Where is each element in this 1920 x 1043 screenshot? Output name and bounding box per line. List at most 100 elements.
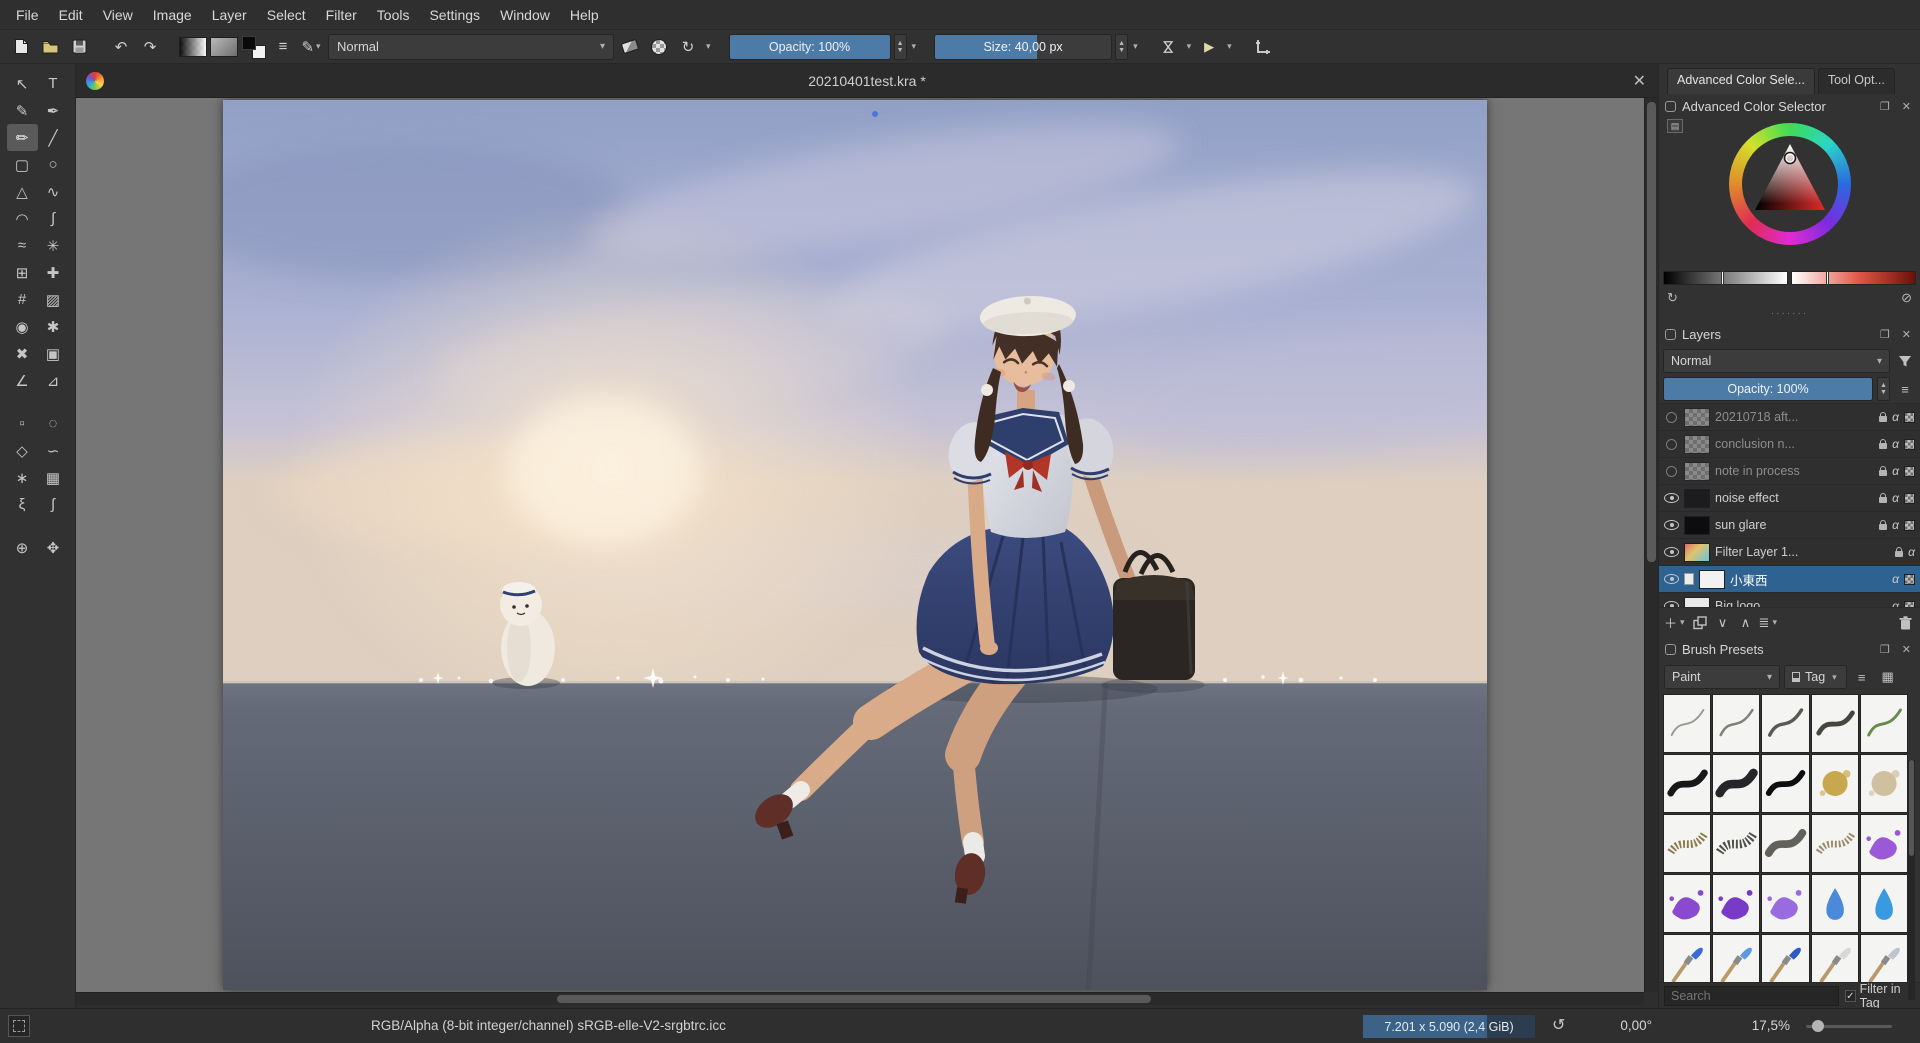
tool-bezier-curve[interactable]: ◠ [7,205,38,232]
layer-filter-button[interactable] [1894,350,1916,372]
tool-zoom[interactable]: ⊕ [7,534,38,561]
brush-preset-splat[interactable] [1860,814,1908,873]
tool-assistants[interactable]: ∠ [7,367,38,394]
menu-file[interactable]: File [6,2,49,28]
eraser-mode-button[interactable] [617,34,643,60]
menu-settings[interactable]: Settings [419,2,490,28]
tag-button[interactable]: Tag ▾ [1784,665,1847,689]
alpha-lock-icon[interactable] [1904,574,1915,585]
menu-help[interactable]: Help [560,2,609,28]
float-docker-icon[interactable]: ❐ [1877,643,1893,656]
chevron-down-icon[interactable]: ▾ [1185,41,1194,52]
brush-preset-drop[interactable] [1860,874,1908,933]
open-document-button[interactable] [37,34,63,60]
tool-similar-select[interactable]: ∗ [7,464,38,491]
tool-transform[interactable]: ⊞ [7,259,38,286]
edit-brush-settings-button[interactable]: ✎▾ [299,34,325,60]
tool-line[interactable]: ╱ [38,124,69,151]
vertical-mirror-button[interactable]: ▶ [1196,34,1222,60]
layer-opacity-slider[interactable]: Opacity: 100% [1663,377,1873,401]
menu-view[interactable]: View [93,2,143,28]
tool-polygon-select[interactable]: ◇ [7,437,38,464]
docker-splitter-handle[interactable]: ······· [1659,309,1920,322]
brush-preset-ink[interactable] [1811,694,1859,753]
layer-row[interactable]: sun glareα [1659,512,1920,539]
layer-hidden-icon[interactable] [1666,439,1677,450]
tool-rectangle[interactable]: ▢ [7,151,38,178]
search-input[interactable] [1664,986,1839,1006]
vertical-scrollbar-thumb[interactable] [1647,102,1656,562]
gradient-chooser[interactable] [179,34,207,60]
tool-select-shapes[interactable]: ↖ [7,70,38,97]
close-docker-icon[interactable]: ✕ [1899,643,1914,656]
lock-icon[interactable] [1879,443,1887,449]
float-docker-icon[interactable]: ❐ [1877,100,1893,113]
tool-gradient[interactable]: ▨ [38,286,69,313]
brush-preset-pencil[interactable] [1663,694,1711,753]
layer-visible-icon[interactable] [1664,547,1679,557]
inherit-alpha-icon[interactable]: α [1892,599,1899,607]
menu-filter[interactable]: Filter [316,2,367,28]
empty-swatch-icon[interactable]: ⊘ [1901,290,1912,306]
save-button[interactable] [66,34,92,60]
tool-ellipse[interactable]: ○ [38,151,69,178]
opacity-spinner[interactable]: ▲▼ [894,34,907,60]
chevron-down-icon[interactable]: ▾ [704,41,713,52]
lock-icon[interactable] [1879,497,1887,503]
tool-move[interactable]: ✚ [38,259,69,286]
brush-tag-filter-dropdown[interactable]: Paint ▾ [1664,665,1780,689]
inherit-alpha-icon[interactable]: α [1908,545,1915,559]
chevron-down-icon[interactable]: ▾ [910,41,919,52]
alpha-lock-icon[interactable] [1904,412,1915,423]
tool-fill[interactable]: ▣ [38,340,69,367]
filter-in-tag-toggle[interactable]: ✓ Filter in Tag [1845,982,1915,1009]
tab-tool-options[interactable]: Tool Opt... [1818,68,1895,94]
brush-preset-ink[interactable] [1761,814,1809,873]
menu-image[interactable]: Image [143,2,202,28]
tool-ellipse-select[interactable]: ◌ [38,410,69,437]
horizontal-mirror-button[interactable]: ⋈ [1156,34,1182,60]
opacity-slider[interactable]: Opacity: 100% [729,34,891,60]
brush-preset-splat[interactable] [1761,874,1809,933]
menu-tools[interactable]: Tools [367,2,420,28]
inherit-alpha-icon[interactable]: α [1892,464,1899,478]
layer-row[interactable]: conclusion n...α [1659,431,1920,458]
hsv-triangle[interactable] [1742,136,1838,232]
view-grid-button[interactable]: ▦ [1877,666,1899,688]
layer-menu-button[interactable]: ≡ [1894,378,1916,400]
brush-preset-pencil[interactable] [1761,694,1809,753]
canvas-document[interactable] [223,100,1487,990]
tool-polygon[interactable]: △ [7,178,38,205]
tool-measure[interactable]: ⊿ [38,367,69,394]
blending-mode-dropdown[interactable]: Normal ▾ [328,34,614,60]
duplicate-layer-button[interactable] [1690,612,1710,634]
layer-row[interactable]: 小東西α [1659,566,1920,593]
brush-grid-scrollbar[interactable] [1908,760,1915,1000]
horizontal-scrollbar-thumb[interactable] [557,995,1151,1003]
trim-to-image-button[interactable] [1250,34,1276,60]
brush-size-spinner[interactable]: ▲▼ [1115,34,1128,60]
menu-layer[interactable]: Layer [202,2,257,28]
layer-visible-icon[interactable] [1664,493,1679,503]
tab-advanced-color-selector[interactable]: Advanced Color Sele... [1667,68,1815,94]
zoom-slider[interactable] [1806,1025,1892,1028]
new-document-button[interactable] [8,34,34,60]
move-layer-down-button[interactable]: ∨ [1713,612,1733,634]
shade-marker[interactable] [1721,271,1724,285]
inherit-alpha-icon[interactable]: α [1892,572,1899,586]
brush-preset-texture[interactable] [1712,814,1760,873]
brush-preset-brushtool[interactable] [1811,934,1859,982]
zoom-value[interactable]: 17,5% [1728,1018,1790,1033]
inherit-alpha-icon[interactable]: α [1892,437,1899,451]
layer-row[interactable]: Big logoα [1659,593,1920,607]
brush-preset-ink[interactable] [1712,754,1760,813]
undo-button[interactable]: ↶ [108,34,134,60]
tool-dynamic-brush[interactable]: ≈ [7,232,38,259]
alpha-lock-icon[interactable] [1904,439,1915,450]
layer-visible-icon[interactable] [1664,520,1679,530]
float-docker-icon[interactable]: ❐ [1877,328,1893,341]
brush-preset-splat[interactable] [1712,874,1760,933]
layer-hidden-icon[interactable] [1666,412,1677,423]
preserve-alpha-button[interactable] [646,34,672,60]
pattern-chooser[interactable] [210,34,238,60]
